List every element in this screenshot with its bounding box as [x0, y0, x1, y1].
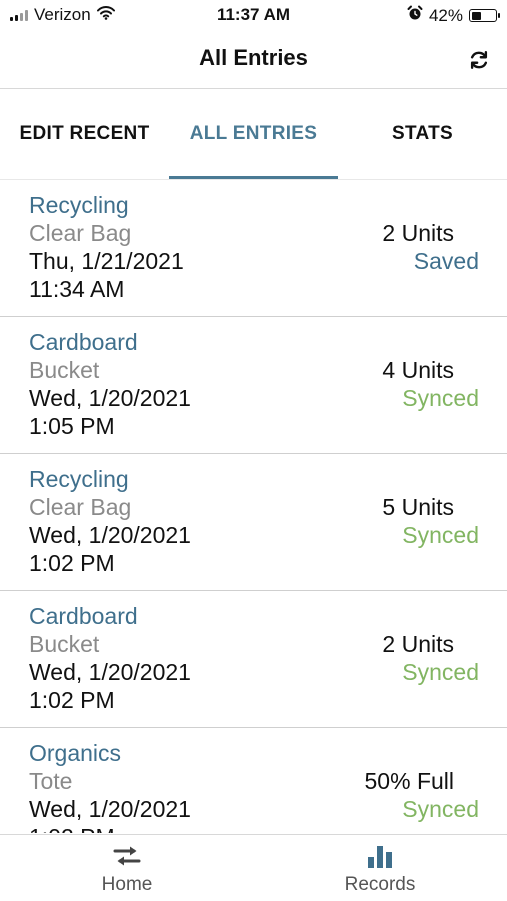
entry-container: Clear Bag	[29, 220, 132, 246]
entry-time: 1:02 PM	[29, 687, 115, 713]
entry-status: Synced	[402, 796, 479, 822]
battery-level	[471, 11, 481, 20]
refresh-icon	[470, 51, 488, 69]
entry-date: Wed, 1/20/2021	[29, 385, 191, 411]
entry-quantity: 4 Units	[382, 357, 454, 383]
entry-time: 11:34 AM	[29, 276, 125, 302]
entry-status: Synced	[402, 385, 479, 411]
entry-time: 1:02 PM	[29, 824, 115, 833]
entry-date: Thu, 1/21/2021	[29, 248, 184, 274]
entry-container: Bucket	[29, 357, 100, 383]
entry-quantity: 50% Full	[364, 768, 454, 794]
list-item[interactable]: Recycling Clear Bag Thu, 1/21/2021 11:34…	[0, 180, 507, 317]
alarm-icon	[407, 5, 423, 26]
entry-quantity: 5 Units	[382, 494, 454, 520]
tab-all-entries[interactable]: ALL ENTRIES	[169, 89, 338, 179]
battery-percent: 42%	[428, 5, 463, 25]
tab-bar: EDIT RECENT ALL ENTRIES STATS	[0, 89, 507, 180]
entry-status: Synced	[402, 522, 479, 548]
entry-container: Clear Bag	[29, 494, 132, 520]
entry-category: Recycling	[29, 192, 129, 218]
entry-container: Bucket	[29, 631, 100, 657]
entry-date: Wed, 1/20/2021	[29, 522, 191, 548]
bottom-tab-bar: Home Records	[0, 834, 507, 901]
bottom-tab-records-label: Records	[344, 874, 416, 895]
entry-quantity: 2 Units	[382, 220, 454, 246]
battery-icon	[469, 9, 500, 22]
entry-category: Cardboard	[29, 329, 138, 355]
transfer-arrows-icon	[112, 843, 142, 869]
list-item[interactable]: Cardboard Bucket Wed, 1/20/2021 1:02 PM …	[0, 591, 507, 728]
list-item[interactable]: Recycling Clear Bag Wed, 1/20/2021 1:02 …	[0, 454, 507, 591]
status-bar-right: 42%	[407, 5, 500, 26]
entry-date: Wed, 1/20/2021	[29, 796, 191, 822]
list-item[interactable]: Organics Tote Wed, 1/20/2021 1:02 PM 50%…	[0, 728, 507, 833]
tab-edit-recent[interactable]: EDIT RECENT	[0, 89, 169, 179]
entry-status: Saved	[413, 248, 479, 274]
entries-list[interactable]: Recycling Clear Bag Thu, 1/21/2021 11:34…	[0, 180, 507, 833]
entry-category: Organics	[29, 740, 122, 766]
entry-category: Recycling	[29, 466, 129, 492]
tab-stats[interactable]: STATS	[338, 89, 507, 179]
bar-chart-icon	[367, 843, 393, 869]
navigation-header: All Entries	[0, 32, 507, 89]
page-title: All Entries	[199, 45, 308, 70]
bottom-tab-home-label: Home	[101, 874, 153, 895]
bottom-tab-home[interactable]: Home	[37, 835, 217, 901]
refresh-button[interactable]	[465, 46, 493, 74]
status-bar: Verizon 11:37 AM 42%	[0, 0, 507, 32]
entry-category: Cardboard	[29, 603, 138, 629]
entry-quantity: 2 Units	[382, 631, 454, 657]
entry-container: Tote	[29, 768, 73, 794]
entry-date: Wed, 1/20/2021	[29, 659, 191, 685]
bottom-tab-records[interactable]: Records	[290, 835, 470, 901]
entry-time: 1:05 PM	[29, 413, 115, 439]
entry-status: Synced	[402, 659, 479, 685]
list-item[interactable]: Cardboard Bucket Wed, 1/20/2021 1:05 PM …	[0, 317, 507, 454]
entry-time: 1:02 PM	[29, 550, 115, 576]
